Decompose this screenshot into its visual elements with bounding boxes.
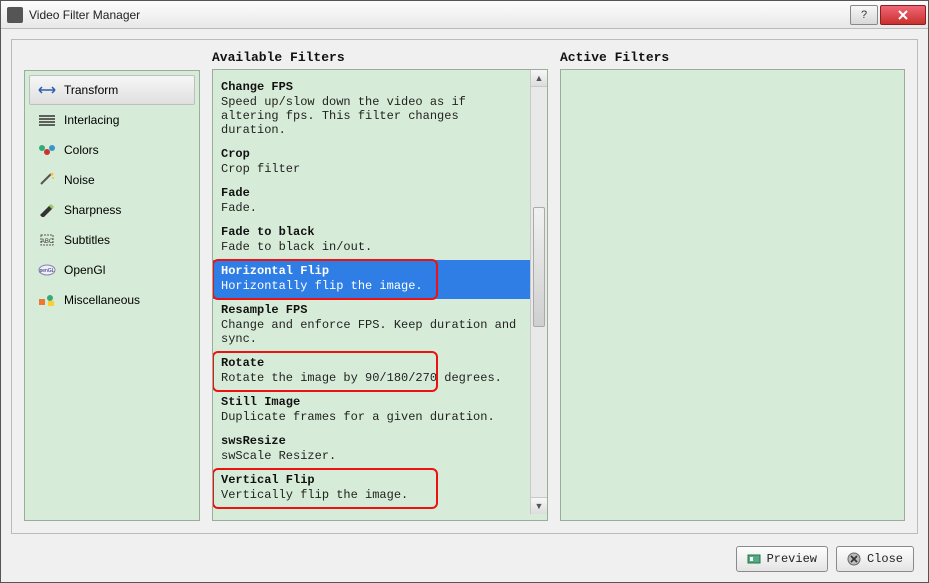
gl-badge-icon: penGL [38,262,56,278]
sidebar-item-opengl[interactable]: penGL OpenGl [29,255,195,285]
help-button[interactable]: ? [850,5,878,25]
preview-button[interactable]: Preview [736,546,828,572]
wand-icon [38,172,56,188]
available-filter-list[interactable]: Change FPSSpeed up/slow down the video a… [213,70,530,514]
filter-item[interactable]: swsResizeswScale Resizer. [213,430,530,469]
filter-desc: Vertically flip the image. [221,488,522,502]
sidebar-item-sharpness[interactable]: Sharpness [29,195,195,225]
filter-name: Still Image [221,395,522,409]
filter-desc: Rotate the image by 90/180/270 degrees. [221,371,522,385]
filter-name: Resample FPS [221,303,522,317]
close-dialog-icon [847,552,861,566]
filter-desc: Change and enforce FPS. Keep duration an… [221,318,522,346]
preview-label: Preview [767,552,817,566]
sidebar-item-label: Transform [64,83,118,97]
close-icon [897,10,909,20]
filter-desc: Horizontally flip the image. [221,279,522,293]
filter-item[interactable]: Horizontal FlipHorizontally flip the ima… [213,260,530,299]
window-title: Video Filter Manager [29,8,848,22]
filter-desc: Speed up/slow down the video as if alter… [221,95,522,137]
filter-desc: Crop filter [221,162,522,176]
preview-icon [747,552,761,566]
categories-column: Transform Interlacing Colors Noise Sharpness… [24,70,200,521]
sidebar-item-noise[interactable]: Noise [29,165,195,195]
filter-desc: Fade to black in/out. [221,240,522,254]
filter-name: Horizontal Flip [221,264,522,278]
filter-item[interactable]: Still ImageDuplicate frames for a given … [213,391,530,430]
app-icon [7,7,23,23]
filter-name: Vertical Flip [221,473,522,487]
lines-icon [38,112,56,128]
filter-item[interactable]: Resample FPSChange and enforce FPS. Keep… [213,299,530,352]
sidebar-item-label: OpenGl [64,263,105,277]
filter-name: Fade [221,186,522,200]
filter-item[interactable]: Vertical FlipVertically flip the image. [213,469,530,508]
filter-item[interactable]: Change FPSSpeed up/slow down the video a… [213,76,530,143]
pen-icon [38,202,56,218]
sidebar-item-label: Noise [64,173,95,187]
scroll-up-button[interactable]: ▲ [531,70,547,87]
scroll-track[interactable] [531,87,547,497]
scrollbar[interactable]: ▲ ▼ [530,70,547,514]
available-panel: Change FPSSpeed up/slow down the video a… [212,69,548,521]
sidebar-item-label: Miscellaneous [64,293,140,307]
button-row: Preview Close [1,540,928,582]
filter-item[interactable]: RotateRotate the image by 90/180/270 deg… [213,352,530,391]
arrows-h-icon [38,82,56,98]
filter-name: Fade to black [221,225,522,239]
sidebar-item-label: Interlacing [64,113,119,127]
filter-name: Rotate [221,356,522,370]
scroll-thumb[interactable] [533,207,545,327]
filter-name: swsResize [221,434,522,448]
main-frame: Transform Interlacing Colors Noise Sharpness… [11,39,918,534]
sidebar-item-label: Sharpness [64,203,121,217]
sidebar-item-subtitles[interactable]: ABC Subtitles [29,225,195,255]
active-column: Active Filters [560,50,905,521]
close-button[interactable]: Close [836,546,914,572]
filter-desc: Duplicate frames for a given duration. [221,410,522,424]
scroll-down-button[interactable]: ▼ [531,497,547,514]
sidebar-item-label: Subtitles [64,233,110,247]
available-header: Available Filters [212,50,548,65]
sidebar-item-interlacing[interactable]: Interlacing [29,105,195,135]
filter-name: Change FPS [221,80,522,94]
active-header: Active Filters [560,50,905,65]
abc-box-icon: ABC [38,232,56,248]
filter-desc: swScale Resizer. [221,449,522,463]
sidebar-item-label: Colors [64,143,99,157]
filter-item[interactable]: FadeFade. [213,182,530,221]
sidebar-item-colors[interactable]: Colors [29,135,195,165]
window-root: Video Filter Manager ? Transform Interlac… [0,0,929,583]
content-area: Transform Interlacing Colors Noise Sharpness… [1,29,928,582]
filter-item[interactable]: CropCrop filter [213,143,530,182]
close-label: Close [867,552,903,566]
filter-desc: Fade. [221,201,522,215]
columns: Transform Interlacing Colors Noise Sharpness… [24,50,905,521]
categories-list: Transform Interlacing Colors Noise Sharpness… [25,71,199,319]
sidebar-item-transform[interactable]: Transform [29,75,195,105]
close-window-button[interactable] [880,5,926,25]
filter-name: Crop [221,147,522,161]
shapes-icon [38,292,56,308]
sidebar-item-miscellaneous[interactable]: Miscellaneous [29,285,195,315]
filter-item[interactable]: Fade to blackFade to black in/out. [213,221,530,260]
available-column: Available Filters Change FPSSpeed up/slo… [212,50,548,521]
svg-text:ABC: ABC [41,239,54,245]
palette-icon [38,142,56,158]
available-wrap: Change FPSSpeed up/slow down the video a… [213,70,547,514]
svg-text:penGL: penGL [39,268,54,274]
titlebar: Video Filter Manager ? [1,1,928,29]
active-panel[interactable] [560,69,905,521]
categories-panel: Transform Interlacing Colors Noise Sharpness… [24,70,200,521]
